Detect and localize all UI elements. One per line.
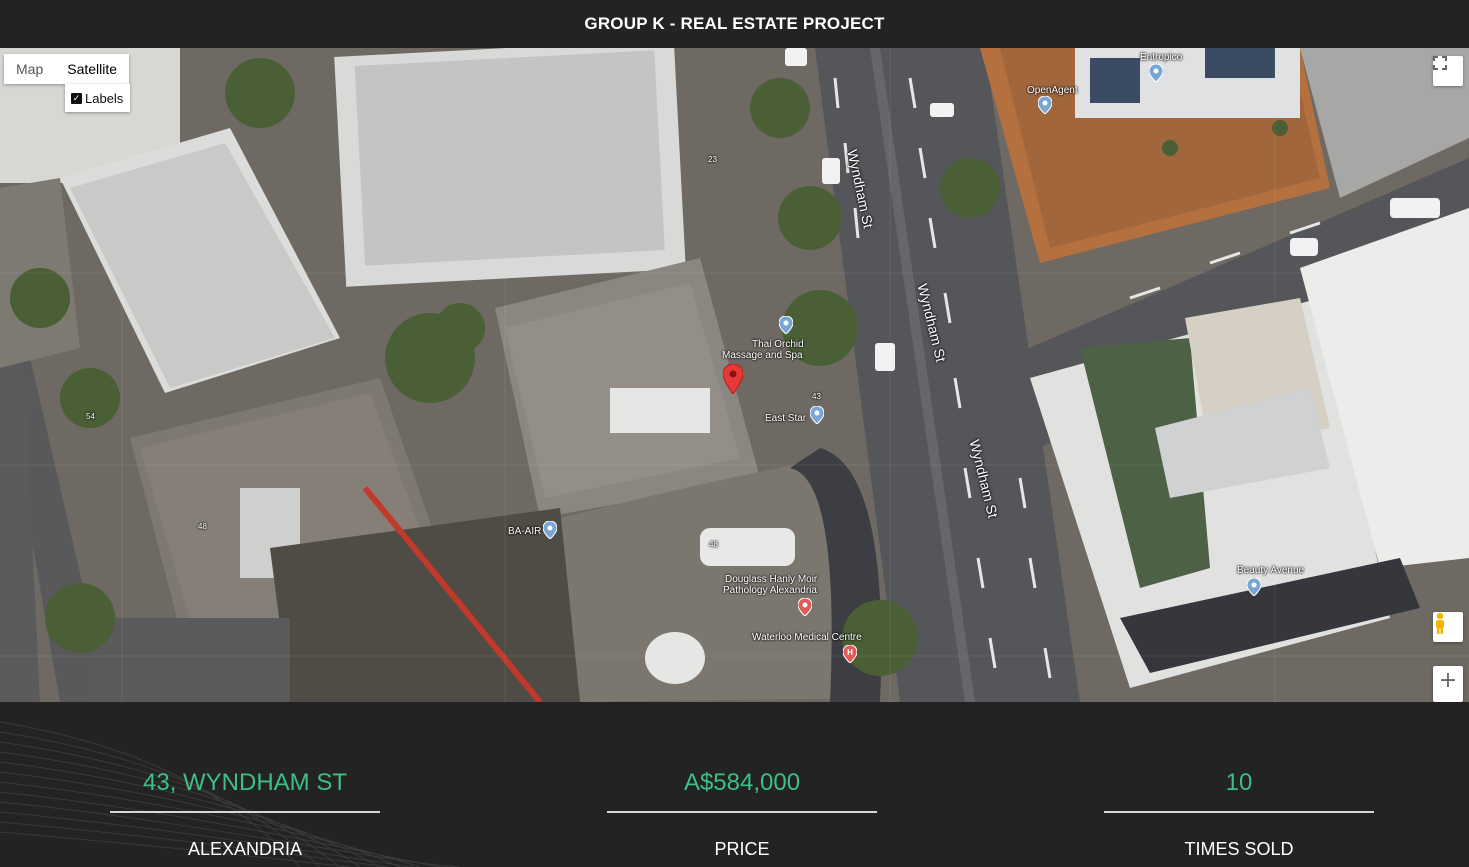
price-value: A$584,000 — [683, 769, 801, 796]
place-label: BA-AIR — [508, 526, 542, 537]
divider — [110, 811, 380, 813]
place-label: Waterloo Medical Centre — [752, 632, 862, 643]
place-label: Thai Orchid — [752, 339, 804, 350]
place-label: Douglass Hanly Moir — [725, 574, 818, 585]
divider — [607, 811, 877, 813]
times-sold-label: TIMES SOLD — [1184, 839, 1294, 859]
poi-pin-icon[interactable] — [779, 316, 793, 334]
poi-pin-icon[interactable] — [543, 521, 557, 539]
street-view-pegman-button[interactable] — [1433, 612, 1463, 642]
street-number: 48 — [709, 540, 718, 549]
times-sold-value: 10 — [1225, 769, 1253, 796]
fullscreen-button[interactable] — [1433, 56, 1463, 86]
place-label: Massage and Spa — [722, 350, 803, 361]
place-label: Beauty Avenue — [1237, 565, 1305, 576]
street-number: 54 — [86, 412, 95, 421]
stat-times-sold: 10 TIMES SOLD — [1104, 702, 1374, 867]
suburb-label: ALEXANDRIA — [187, 839, 303, 859]
zoom-in-button[interactable]: + — [1433, 666, 1463, 702]
address-value: 43, WYNDHAM ST — [142, 769, 348, 796]
map-type-map-button[interactable]: Map — [4, 54, 56, 84]
poi-pin-icon[interactable] — [810, 406, 824, 424]
svg-text:H: H — [847, 648, 853, 657]
pathology-pin-icon[interactable] — [798, 598, 812, 616]
price-label: PRICE — [714, 839, 770, 859]
place-label: East Star — [765, 413, 807, 424]
map-type-control: Map Satellite — [4, 54, 130, 84]
labels-checkbox[interactable]: ✓ Labels — [65, 84, 130, 112]
street-number: 48 — [198, 522, 207, 531]
street-number: 23 — [708, 155, 717, 164]
page-header: GROUP K - REAL ESTATE PROJECT — [0, 0, 1469, 48]
checkbox-checked-icon[interactable]: ✓ — [71, 92, 82, 104]
labels-checkbox-label: Labels — [85, 90, 124, 106]
fullscreen-icon — [1433, 56, 1447, 70]
place-label: OpenAgent — [1027, 85, 1078, 96]
pegman-icon — [1436, 612, 1444, 634]
property-info-panel: 43, WYNDHAM ST ALEXANDRIA A$584,000 PRIC… — [0, 702, 1469, 867]
divider — [1104, 811, 1374, 813]
poi-pin-icon[interactable] — [1247, 578, 1261, 596]
stat-price: A$584,000 PRICE — [607, 702, 877, 867]
stat-address: 43, WYNDHAM ST ALEXANDRIA — [110, 702, 380, 867]
poi-pin-icon[interactable] — [1038, 96, 1052, 114]
satellite-map[interactable]: H Thai Orchid Massage and Spa East Star … — [0, 48, 1469, 702]
street-number: 43 — [812, 392, 821, 401]
place-label: Pathology Alexandria — [723, 585, 817, 596]
place-label: Entropico — [1140, 52, 1183, 63]
poi-pin-icon[interactable] — [1149, 64, 1163, 82]
hospital-pin-icon[interactable]: H — [843, 645, 857, 663]
map-type-satellite-button[interactable]: Satellite — [55, 54, 130, 84]
page-title: GROUP K - REAL ESTATE PROJECT — [584, 14, 885, 33]
property-marker-icon[interactable] — [723, 364, 743, 394]
